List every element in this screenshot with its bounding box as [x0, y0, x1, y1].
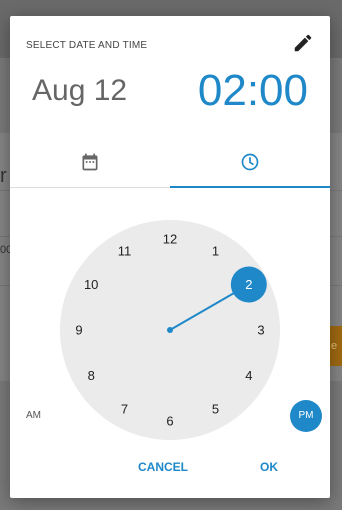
am-button[interactable]: AM: [26, 410, 41, 421]
clock-hour-10[interactable]: 10: [84, 277, 98, 292]
tab-time[interactable]: [170, 138, 330, 188]
background-partial-text: e: [331, 340, 338, 352]
edit-button[interactable]: [292, 32, 314, 54]
clock-center-dot: [167, 327, 173, 333]
dialog-title: SELECT DATE AND TIME: [26, 40, 148, 51]
pencil-icon: [294, 34, 312, 52]
clock-hour-3[interactable]: 3: [257, 323, 264, 338]
pm-button[interactable]: PM: [290, 400, 322, 432]
clock-hour-6[interactable]: 6: [166, 414, 173, 429]
clock-hour-11[interactable]: 11: [118, 244, 132, 259]
clock-hour-2[interactable]: 2: [245, 277, 252, 292]
clock-area: 12 1 2 3 4 5 6 7 8 9 10 11: [10, 188, 330, 446]
clock-hour-5[interactable]: 5: [212, 401, 219, 416]
date-time-picker-dialog: SELECT DATE AND TIME Aug 12 02:00 12 1 2 3 4…: [10, 16, 330, 498]
clock-icon: [241, 153, 259, 171]
cancel-button[interactable]: CANCEL: [138, 460, 188, 474]
tab-date[interactable]: [10, 138, 170, 188]
clock-hour-9[interactable]: 9: [75, 323, 82, 338]
selected-date[interactable]: Aug 12: [32, 74, 127, 108]
background-partial-text: r: [0, 165, 7, 187]
ok-button[interactable]: OK: [260, 460, 278, 474]
clock-hour-12[interactable]: 12: [163, 232, 177, 247]
clock-hour-1[interactable]: 1: [212, 244, 219, 259]
clock-hour-7[interactable]: 7: [121, 401, 128, 416]
clock-hour-4[interactable]: 4: [245, 368, 252, 383]
clock-face[interactable]: 121234567891011: [10, 188, 330, 446]
calendar-icon: [82, 153, 98, 171]
clock-hour-8[interactable]: 8: [88, 368, 95, 383]
selected-time[interactable]: 02:00: [198, 66, 308, 116]
picker-tabs: [10, 138, 330, 188]
